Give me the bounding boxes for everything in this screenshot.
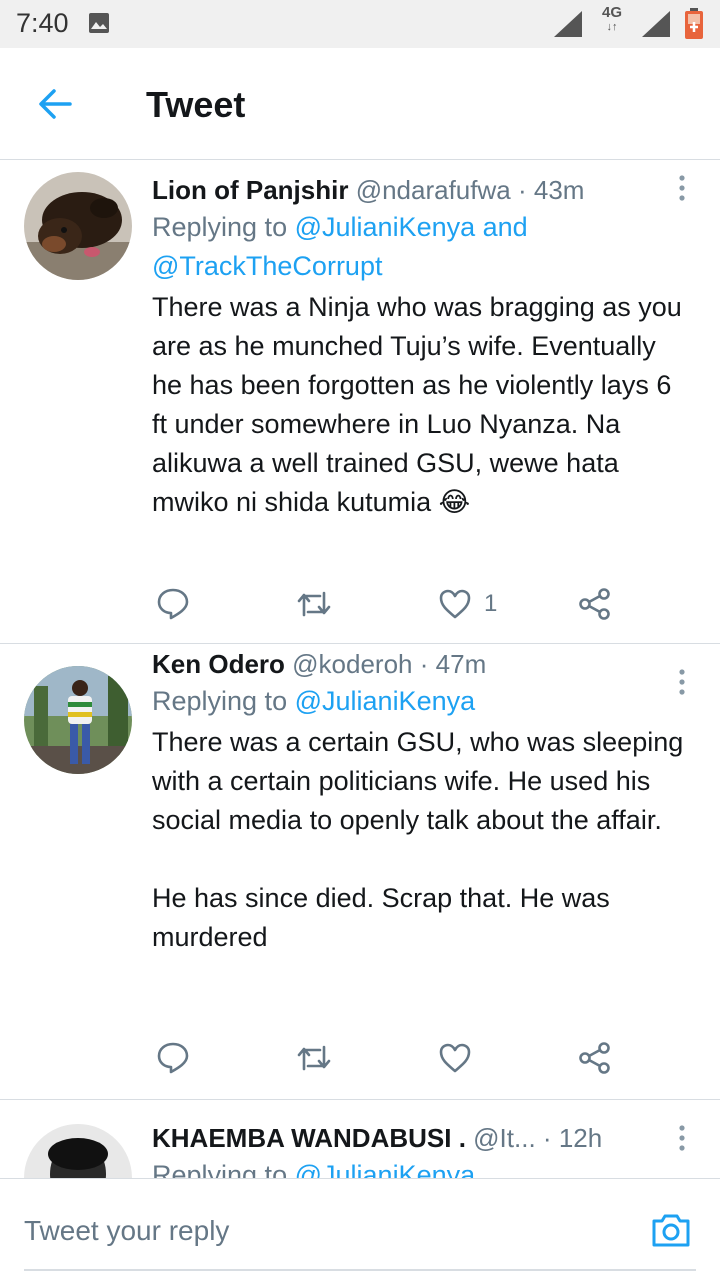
mention-link[interactable]: @JulianiKenya and — [295, 212, 528, 242]
tweet-paragraph: He has since died. Scrap that. He was mu… — [152, 883, 610, 952]
signal-icon — [552, 10, 584, 43]
status-time: 7:40 — [16, 8, 69, 38]
share-button[interactable] — [578, 582, 612, 626]
replying-to-label: Replying to — [152, 212, 288, 242]
timestamp: 12h — [558, 1123, 603, 1153]
user-name[interactable]: Lion of Panjshir — [152, 175, 348, 205]
retweet-icon — [297, 591, 331, 617]
header: Tweet — [0, 48, 720, 160]
retweet-button[interactable] — [296, 1036, 332, 1080]
like-button[interactable]: 1 — [438, 582, 497, 626]
tweet-actions — [152, 1036, 692, 1080]
heart-icon — [439, 589, 471, 619]
status-bar: 7:40 4G ↓↑ — [0, 0, 720, 48]
replying-to: Replying to @JulianiKenya — [152, 682, 692, 721]
tweet[interactable]: KHAEMBA WANDABUSI . @It... · 12h Replyin… — [0, 1100, 720, 1178]
reply-input[interactable]: Tweet your reply — [24, 1215, 229, 1247]
image-icon — [88, 12, 110, 39]
tweet-text: There was a Ninja who was bragging as yo… — [152, 288, 692, 522]
mention-link[interactable]: @TrackTheCorrupt — [152, 251, 382, 281]
input-underline — [24, 1269, 696, 1271]
tweet-header: Ken Odero @koderoh · 47m — [152, 646, 692, 682]
replying-to-label: Replying to — [152, 686, 288, 716]
more-options-icon[interactable] — [676, 174, 688, 202]
signal-icon — [640, 10, 672, 43]
avatar[interactable] — [24, 666, 132, 774]
reply-button[interactable] — [156, 1036, 190, 1080]
retweet-icon — [297, 1045, 331, 1071]
tweet[interactable]: Ken Odero @koderoh · 47m Replying to @Ju… — [0, 644, 720, 1100]
separator: · — [419, 649, 429, 679]
tweet-content: Lion of Panjshir @ndarafufwa · 43m Reply… — [152, 172, 692, 522]
tweet-content: KHAEMBA WANDABUSI . @It... · 12h Replyin… — [152, 1120, 692, 1178]
replying-to: Replying to @JulianiKenya and @TrackTheC… — [152, 208, 692, 286]
user-handle: @It... — [473, 1123, 536, 1153]
more-options-icon[interactable] — [676, 668, 688, 696]
tweet-paragraph: There was a certain GSU, who was sleepin… — [152, 727, 684, 835]
page-title: Tweet — [146, 84, 246, 125]
camera-icon[interactable] — [650, 1211, 692, 1254]
user-handle: @ndarafufwa — [355, 175, 511, 205]
network-type: 4G ↓↑ — [601, 4, 622, 33]
mention-link[interactable]: @JulianiKenya — [295, 1160, 476, 1178]
share-icon — [579, 1042, 610, 1074]
battery-icon — [684, 8, 704, 45]
avatar[interactable] — [24, 1124, 132, 1178]
like-button[interactable] — [438, 1036, 484, 1080]
tweet[interactable]: Lion of Panjshir @ndarafufwa · 43m Reply… — [0, 160, 720, 644]
reply-bar: Tweet your reply — [0, 1178, 720, 1280]
separator: · — [542, 1123, 552, 1153]
comment-icon — [157, 588, 189, 620]
laughing-emoji: 😂 — [438, 487, 471, 517]
arrow-left-icon[interactable] — [36, 84, 76, 124]
replying-to: Replying to @JulianiKenya — [152, 1156, 692, 1178]
comment-icon — [157, 1042, 189, 1074]
heart-icon — [439, 1043, 471, 1073]
user-handle: @koderoh — [292, 649, 413, 679]
avatar[interactable] — [24, 172, 132, 280]
reply-feed[interactable]: Lion of Panjshir @ndarafufwa · 43m Reply… — [0, 160, 720, 1178]
share-icon — [579, 588, 610, 620]
tweet-header: KHAEMBA WANDABUSI . @It... · 12h — [152, 1120, 692, 1156]
more-options-icon[interactable] — [676, 1124, 688, 1152]
timestamp: 43m — [533, 175, 585, 205]
share-button[interactable] — [578, 1036, 612, 1080]
tweet-text: There was a certain GSU, who was sleepin… — [152, 723, 692, 957]
mention-link[interactable]: @JulianiKenya — [295, 686, 476, 716]
reply-button[interactable] — [156, 582, 190, 626]
tweet-body: There was a Ninja who was bragging as yo… — [152, 292, 682, 517]
timestamp: 47m — [435, 649, 487, 679]
replying-to-label: Replying to — [152, 1160, 288, 1178]
user-name[interactable]: Ken Odero — [152, 649, 285, 679]
like-count: 1 — [484, 590, 498, 617]
user-name[interactable]: KHAEMBA WANDABUSI . — [152, 1123, 466, 1153]
tweet-content: Ken Odero @koderoh · 47m Replying to @Ju… — [152, 646, 692, 957]
retweet-button[interactable] — [296, 582, 332, 626]
tweet-header: Lion of Panjshir @ndarafufwa · 43m — [152, 172, 692, 208]
separator: · — [517, 175, 527, 205]
tweet-actions: 1 — [152, 582, 692, 626]
